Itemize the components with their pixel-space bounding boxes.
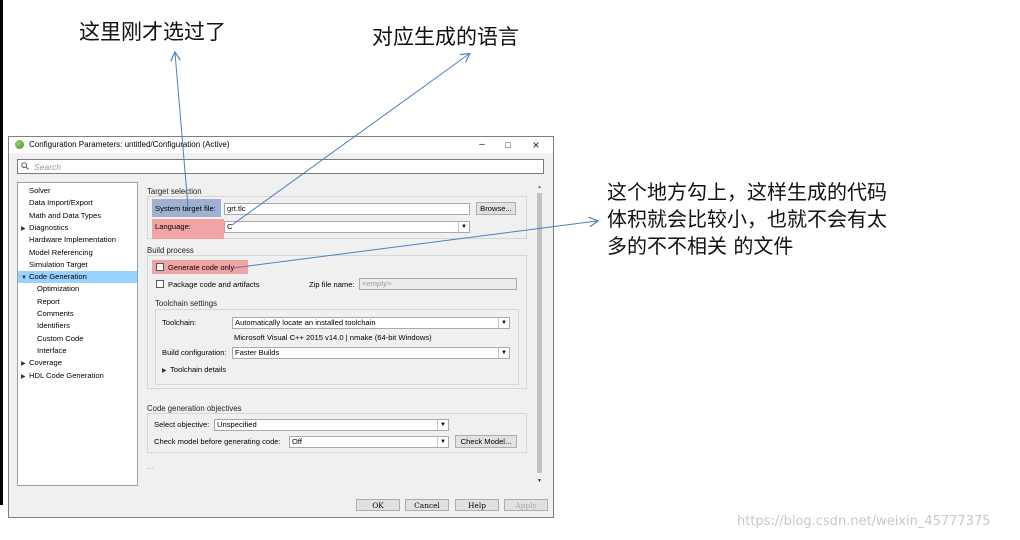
- arrow-to-top-right-note: [231, 54, 469, 226]
- arrow-to-top-left-note: [175, 53, 189, 208]
- arrow-to-right-note: [232, 221, 597, 269]
- watermark: https://blog.csdn.net/weixin_45777375: [737, 514, 991, 529]
- annotation-arrows: [0, 0, 1020, 269]
